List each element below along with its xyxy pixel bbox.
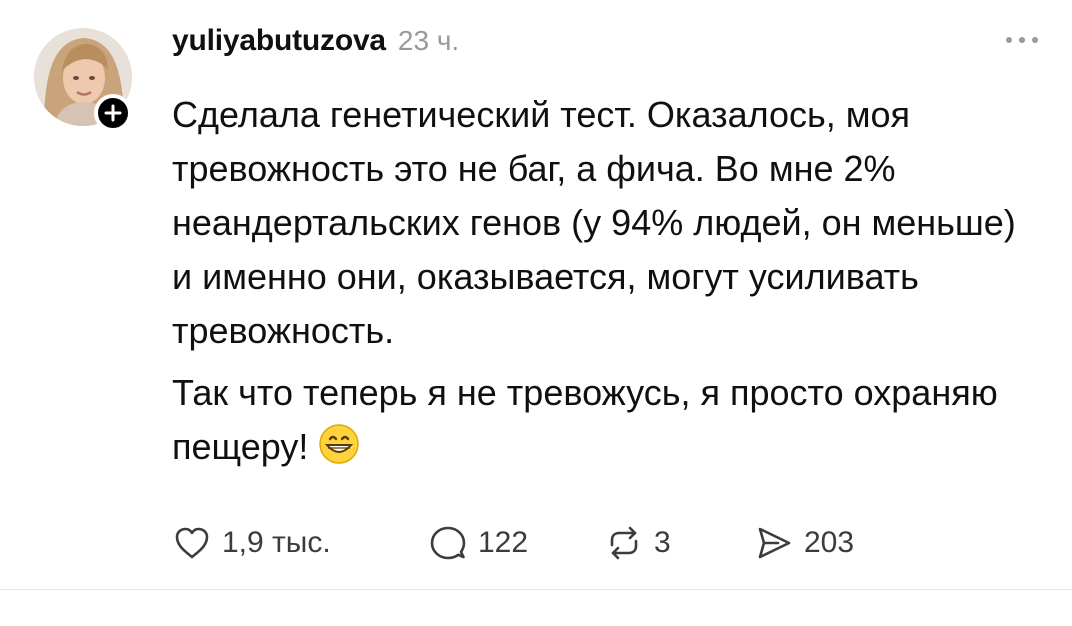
- more-dots-icon: [1006, 37, 1012, 43]
- share-button[interactable]: 203: [754, 518, 894, 568]
- repost-count: 3: [654, 526, 671, 559]
- more-dots-icon: [1019, 37, 1025, 43]
- reply-button[interactable]: 122: [428, 518, 604, 568]
- post-body: Сделала генетический тест. Оказалось, мо…: [172, 88, 1042, 474]
- post-paragraph: Сделала генетический тест. Оказалось, мо…: [172, 94, 1016, 351]
- repost-button[interactable]: 3: [604, 518, 754, 568]
- comment-bubble-icon: [430, 526, 466, 560]
- avatar-container: [34, 28, 134, 132]
- username-link[interactable]: yuliyabutuzova: [172, 24, 386, 58]
- post-header: yuliyabutuzova 23 ч.: [172, 24, 1038, 68]
- post-timestamp: 23 ч.: [397, 25, 460, 56]
- thread-post: yuliyabutuzova 23 ч. Сделала генетически…: [0, 0, 1072, 590]
- send-icon: [758, 527, 791, 559]
- post-actions: 1,9 тыс. 122 3 203: [172, 518, 894, 568]
- grinning-face-emoji: [319, 424, 360, 464]
- like-count: 1,9 тыс.: [222, 526, 331, 559]
- post-paragraph-text: Так что теперь я не тревожусь, я просто …: [172, 372, 998, 467]
- more-dots-icon: [1032, 37, 1038, 43]
- heart-icon: [175, 527, 209, 559]
- like-button[interactable]: 1,9 тыс.: [172, 518, 428, 568]
- reply-count: 122: [478, 526, 529, 559]
- follow-button[interactable]: [94, 94, 132, 132]
- share-count: 203: [804, 526, 855, 559]
- post-paragraph-with-emoji: Так что теперь я не тревожусь, я просто …: [172, 366, 1042, 474]
- repost-icon: [610, 526, 638, 560]
- more-options-button[interactable]: [1006, 32, 1038, 48]
- plus-icon: [104, 104, 122, 122]
